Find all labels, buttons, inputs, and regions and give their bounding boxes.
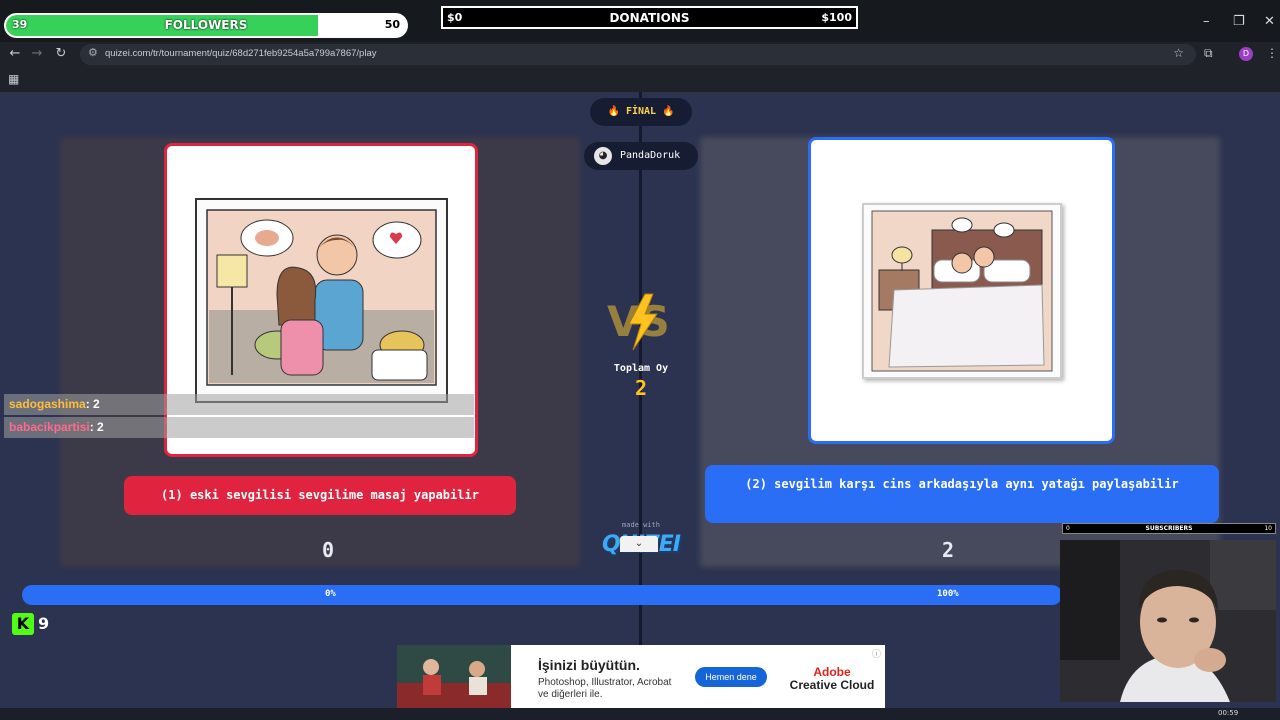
couple-bed-illustration <box>864 205 1060 377</box>
viewer-count: 9 <box>38 614 50 633</box>
close-button[interactable]: ✕ <box>1264 14 1275 29</box>
ad-description: Photoshop, Illustrator, Acrobat ve diğer… <box>538 677 672 700</box>
apps-grid-icon[interactable]: ▦ <box>8 72 19 86</box>
total-votes-label: Toplam Oy <box>613 363 669 374</box>
subscribers-goal: 10 <box>1264 525 1272 532</box>
option-label-left[interactable]: (1) eski sevgilisi sevgilime masaj yapab… <box>124 476 516 515</box>
webcam-person-image <box>1060 540 1276 702</box>
vs-lightning-icon: VS <box>607 293 670 351</box>
taskbar-clock: 00:59 <box>1218 709 1239 717</box>
total-votes-value: 2 <box>634 376 648 400</box>
chevron-down-icon[interactable]: ⌄ <box>620 536 658 552</box>
followers-label: FOLLOWERS <box>164 18 248 32</box>
ad-photo <box>397 645 511 708</box>
chat-message: sadogashima: 2 <box>4 394 474 415</box>
ad-image <box>397 645 511 708</box>
vote-count-right: 2 <box>942 538 955 562</box>
followers-goal-bar: 39 FOLLOWERS 50 <box>4 13 408 38</box>
ad-cta-button[interactable]: Hemen dene <box>695 667 767 687</box>
back-icon[interactable]: ← <box>6 45 24 63</box>
ad-banner[interactable]: İşinizi büyütün. Photoshop, Illustrator,… <box>397 645 885 708</box>
option-card-right[interactable] <box>808 137 1115 444</box>
bookmarks-bar: ▦ <box>0 66 1280 92</box>
made-with-label: made with <box>622 521 660 529</box>
chat-message: babacikpartisi: 2 <box>4 417 474 438</box>
chat-text: : 2 <box>89 420 104 434</box>
address-bar[interactable]: ⚙ quizei.com/tr/tournament/quiz/68d271fe… <box>80 44 1196 65</box>
webcam-feed <box>1060 540 1276 702</box>
subscribers-label: SUBSCRIBERS <box>1145 525 1193 532</box>
site-info-icon[interactable]: ⚙ <box>88 46 98 59</box>
donations-label: DONATIONS <box>609 11 690 25</box>
ad-product: Creative Cloud <box>789 678 875 692</box>
kick-logo-icon: K <box>12 613 34 635</box>
ad-title: İşinizi büyütün. <box>538 657 640 673</box>
couple-massage-illustration <box>197 200 446 401</box>
creator-avatar-icon: ◕ <box>594 147 612 165</box>
extensions-icon[interactable]: ⧉ <box>1204 46 1213 61</box>
chat-username: babacikpartisi <box>9 420 90 434</box>
ad-info-icon[interactable]: ⓘ <box>872 647 881 660</box>
option-label-right[interactable]: (2) sevgilim karşı cins arkadaşıyla aynı… <box>705 465 1219 523</box>
subscribers-goal-bar: 0 SUBSCRIBERS 10 <box>1062 523 1276 534</box>
bookmark-star-icon[interactable]: ☆ <box>1173 46 1184 60</box>
chat-username: sadogashima <box>9 397 86 411</box>
creator-chip[interactable]: ◕ PandaDoruk <box>584 142 698 170</box>
os-taskbar: 00:59 <box>0 708 1280 720</box>
profile-avatar[interactable]: D <box>1239 47 1253 61</box>
maximize-button[interactable]: ❐ <box>1233 14 1245 29</box>
followers-goal: 50 <box>384 18 400 31</box>
center-divider <box>639 92 642 708</box>
menu-icon[interactable]: ⋮ <box>1266 46 1278 60</box>
reload-icon[interactable]: ↻ <box>52 45 70 63</box>
vote-percent-left: 0% <box>325 589 336 599</box>
option-image-left <box>195 198 448 403</box>
ad-brand: Adobe <box>813 665 851 679</box>
vote-percent-right: 100% <box>937 589 959 599</box>
round-badge: 🔥 FİNAL 🔥 <box>590 98 692 126</box>
url-text[interactable]: quizei.com/tr/tournament/quiz/68d271feb9… <box>105 48 376 59</box>
minimize-button[interactable]: – <box>1203 14 1210 29</box>
forward-icon[interactable]: → <box>28 45 46 63</box>
chat-overlay: sadogashima: 2 babacikpartisi: 2 <box>4 394 474 440</box>
vote-count-left: 0 <box>322 538 335 562</box>
creator-name: PandaDoruk <box>620 150 681 161</box>
donations-goal: $100 <box>821 11 852 24</box>
chat-text: : 2 <box>85 397 100 411</box>
donations-goal-bar: $0 DONATIONS $100 <box>441 6 858 29</box>
vote-share-bar: 0% 100% <box>22 585 1062 605</box>
browser-toolbar: ← → ↻ ⚙ quizei.com/tr/tournament/quiz/68… <box>0 42 1280 66</box>
option-image-right <box>862 203 1062 379</box>
kick-viewer-count: K 9 <box>12 613 58 635</box>
